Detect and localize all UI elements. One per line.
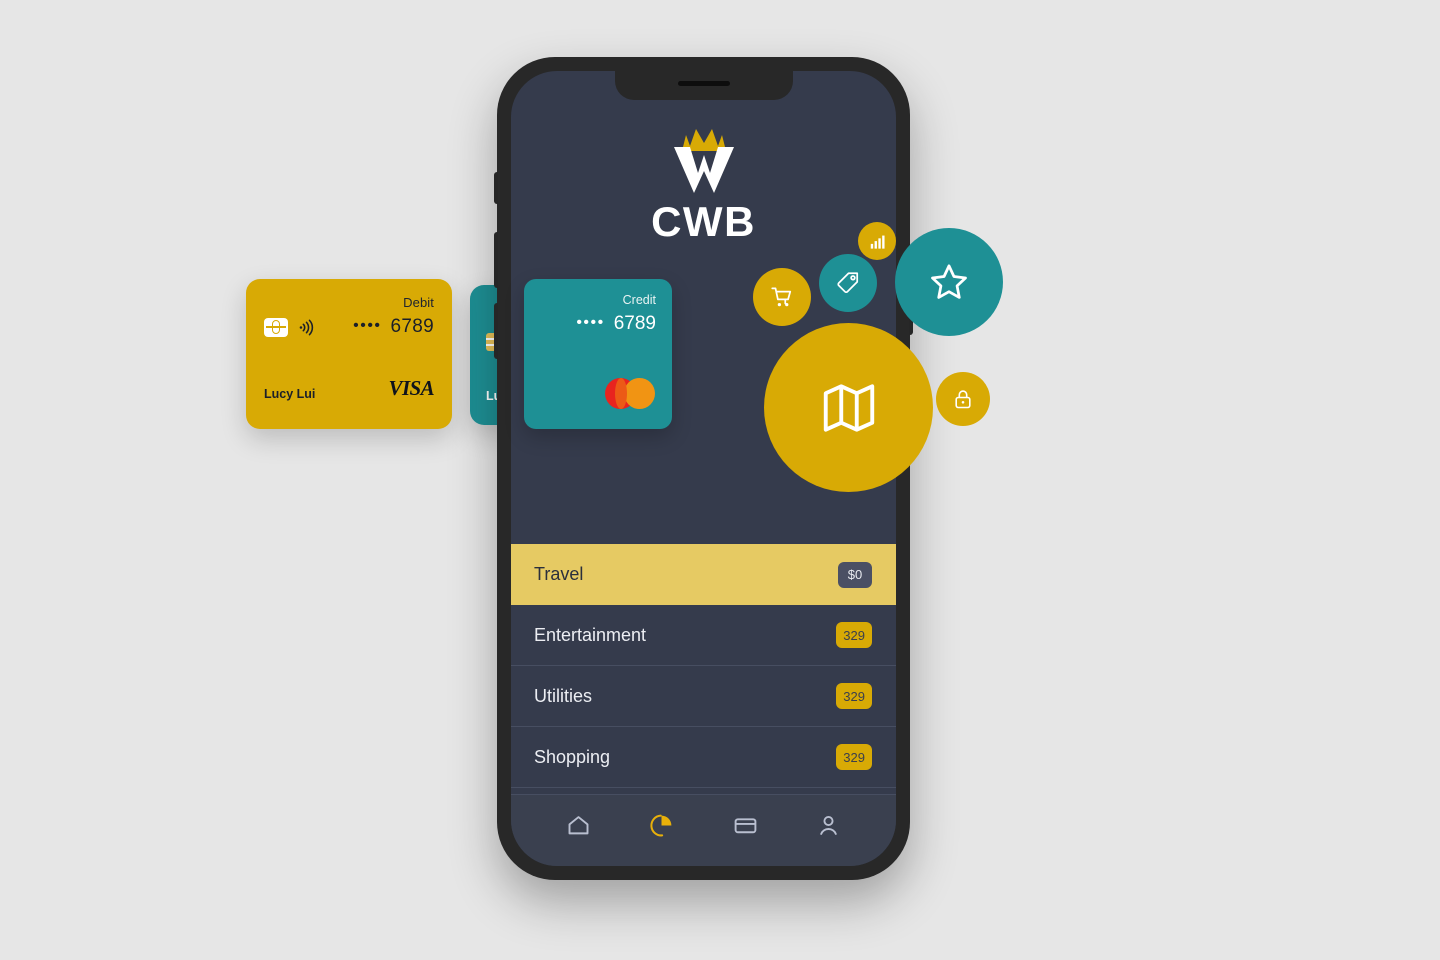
debit-card-masked-dots: •••• — [353, 317, 382, 334]
bubble-insights[interactable] — [858, 222, 896, 260]
contactless-icon — [299, 319, 314, 335]
category-row-utilities[interactable]: Utilities 329 — [511, 666, 896, 727]
pie-chart-icon — [650, 814, 672, 837]
credit-card-number: •••• 6789 — [540, 313, 656, 335]
bar-chart-icon — [870, 235, 885, 249]
credit-card-icon — [734, 818, 756, 834]
debit-card-middle: •••• 6789 — [264, 316, 434, 338]
nav-cards[interactable] — [718, 806, 772, 846]
bottom-navigation — [511, 794, 896, 866]
debit-card-last4: 6789 — [390, 316, 434, 337]
credit-card-masked-dots: •••• — [576, 314, 605, 331]
debit-card[interactable]: Debit •••• 6789 Lucy Lui VISA — [246, 279, 452, 429]
star-icon — [931, 264, 967, 299]
debit-chip-group — [264, 317, 316, 337]
nav-home[interactable] — [552, 806, 606, 846]
canvas: Lu Debit •••• 6789 Lucy Lui VISA CWB Tra… — [0, 0, 1440, 960]
mastercard-overlap — [614, 378, 627, 409]
mastercard-icon — [605, 378, 655, 409]
speaker-slot — [677, 81, 730, 86]
status-badge: $0 — [838, 561, 872, 588]
category-row-entertainment[interactable]: Entertainment 329 — [511, 605, 896, 666]
debit-card-holder: Lucy Lui — [264, 387, 316, 401]
mastercard-orange-circle — [624, 378, 655, 409]
bubble-rewards[interactable] — [895, 228, 1003, 336]
map-icon — [823, 383, 874, 432]
debit-card-header: Debit — [264, 295, 434, 310]
bubble-security[interactable] — [936, 372, 990, 426]
chip-icon — [264, 317, 288, 337]
debit-card-footer: Lucy Lui VISA — [264, 376, 435, 401]
category-label: Utilities — [534, 685, 593, 706]
status-badge: 329 — [836, 683, 872, 709]
nav-analytics[interactable] — [635, 806, 689, 846]
price-tag-icon — [837, 272, 859, 294]
bubble-shopping[interactable] — [753, 268, 811, 326]
volume-down-button[interactable] — [494, 303, 498, 359]
bubble-map[interactable] — [764, 323, 933, 492]
lock-icon — [955, 390, 971, 409]
category-row-travel[interactable]: Travel $0 — [511, 544, 896, 605]
category-list: Travel $0 Entertainment 329 Utilities 32… — [511, 544, 896, 788]
category-label: Shopping — [534, 746, 611, 767]
status-badge: 329 — [836, 744, 872, 770]
profile-icon — [820, 815, 837, 835]
visa-logo: VISA — [388, 376, 435, 400]
volume-up-button[interactable] — [494, 232, 498, 288]
category-label: Travel — [534, 564, 584, 584]
credit-card-last4: 6789 — [613, 313, 656, 334]
status-badge: 329 — [836, 622, 872, 648]
home-icon — [568, 816, 589, 835]
notch — [614, 71, 793, 100]
crown-w-logo-icon — [652, 127, 756, 193]
shopping-cart-icon — [771, 287, 792, 307]
credit-card-type: Credit — [622, 293, 656, 307]
mute-switch[interactable] — [494, 172, 498, 204]
app-logo: CWB — [511, 127, 896, 243]
brand-name: CWB — [651, 198, 756, 245]
category-row-shopping[interactable]: Shopping 329 — [511, 727, 896, 788]
debit-card-type: Debit — [403, 295, 434, 310]
nav-profile[interactable] — [801, 806, 855, 846]
bubble-offers[interactable] — [819, 254, 877, 312]
credit-card[interactable]: Credit •••• 6789 — [524, 279, 672, 429]
debit-card-number: •••• 6789 — [353, 316, 434, 338]
category-label: Entertainment — [534, 624, 647, 645]
